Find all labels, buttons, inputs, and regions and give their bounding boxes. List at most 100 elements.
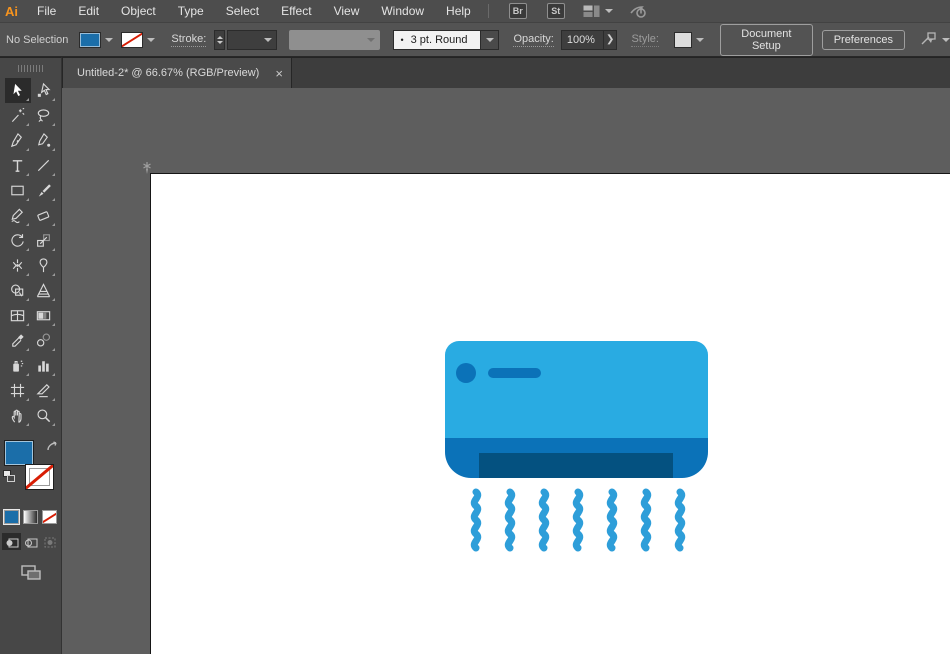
fill-color-control[interactable]: [79, 31, 114, 48]
document-tab[interactable]: Untitled-2* @ 66.67% (RGB/Preview) ×: [62, 58, 292, 88]
opacity-input[interactable]: 100%: [560, 29, 604, 50]
stroke-weight-stepper[interactable]: [214, 29, 226, 50]
ac-display-dash[interactable]: [488, 368, 541, 378]
ac-airflow-line[interactable]: [674, 488, 686, 552]
fill-color-swatch[interactable]: [79, 31, 102, 48]
opacity-label[interactable]: Opacity:: [513, 33, 554, 47]
type-tool[interactable]: [5, 153, 31, 178]
draw-behind-button[interactable]: [21, 533, 40, 550]
menu-effect[interactable]: Effect: [270, 0, 322, 22]
ac-indicator-light[interactable]: [456, 363, 476, 383]
shaper-tool[interactable]: [5, 203, 31, 228]
ac-airflow-line[interactable]: [504, 488, 516, 552]
ac-airflow-line[interactable]: [640, 488, 652, 552]
blend-tool[interactable]: [31, 328, 57, 353]
eraser-tool[interactable]: [31, 203, 57, 228]
lasso-tool[interactable]: [31, 103, 57, 128]
color-button[interactable]: [4, 510, 19, 524]
style-swatch[interactable]: [673, 31, 692, 48]
rotate-tool[interactable]: [5, 228, 31, 253]
pen-tool[interactable]: [5, 128, 31, 153]
style-control[interactable]: [667, 31, 704, 48]
column-graph-tool[interactable]: [31, 353, 57, 378]
hand-icon: [11, 409, 22, 423]
column-graph-icon: [38, 361, 49, 372]
style-chevron-icon[interactable]: [695, 37, 704, 42]
align-options-icon[interactable]: [921, 32, 950, 47]
ac-airflow-line[interactable]: [606, 488, 618, 552]
brush-definition-field[interactable]: • 3 pt. Round: [393, 29, 482, 50]
eyedropper-icon: [12, 334, 24, 347]
menu-edit[interactable]: Edit: [67, 0, 110, 22]
brush-definition-control[interactable]: • 3 pt. Round: [393, 29, 500, 50]
menu-type[interactable]: Type: [167, 0, 215, 22]
menu-help[interactable]: Help: [435, 0, 482, 22]
fill-color-box[interactable]: [3, 440, 34, 466]
stroke-color-control[interactable]: [121, 31, 156, 48]
none-button[interactable]: [42, 510, 57, 524]
menu-object[interactable]: Object: [110, 0, 167, 22]
style-label[interactable]: Style:: [631, 33, 659, 47]
gradient-button[interactable]: [23, 510, 38, 524]
slice-tool[interactable]: [31, 378, 57, 403]
menu-view[interactable]: View: [323, 0, 371, 22]
paintbrush-tool[interactable]: [31, 178, 57, 203]
sync-status-icon[interactable]: [629, 3, 647, 19]
shape-builder-tool[interactable]: [5, 278, 31, 303]
magic-wand-tool[interactable]: [5, 103, 31, 128]
brush-definition-chevron[interactable]: [481, 29, 500, 50]
tools-panel: [0, 57, 62, 654]
free-transform-tool[interactable]: [31, 253, 57, 278]
eyedropper-tool[interactable]: [5, 328, 31, 353]
illustrator-logo: Ai: [5, 3, 18, 19]
curvature-tool[interactable]: [31, 128, 57, 153]
eraser-icon: [37, 211, 50, 221]
draw-inside-button[interactable]: [40, 533, 59, 550]
menu-select[interactable]: Select: [215, 0, 270, 22]
line-segment-tool[interactable]: [31, 153, 57, 178]
stroke-weight-dropdown[interactable]: [227, 29, 278, 50]
selection-tool[interactable]: [4, 78, 31, 103]
stroke-color-swatch[interactable]: [121, 31, 144, 48]
document-setup-button[interactable]: Document Setup: [719, 23, 813, 56]
width-tool[interactable]: [5, 253, 31, 278]
swap-fill-stroke-icon[interactable]: [46, 440, 59, 458]
bridge-icon[interactable]: Br: [508, 3, 527, 19]
rectangle-tool[interactable]: [5, 178, 31, 203]
menu-file[interactable]: File: [26, 0, 67, 22]
opacity-expand-button[interactable]: ❯: [603, 29, 618, 50]
zoom-tool[interactable]: [31, 403, 57, 428]
ac-body[interactable]: [445, 341, 708, 438]
tab-close-icon[interactable]: ×: [275, 66, 283, 81]
pasteboard[interactable]: [62, 88, 950, 654]
artboard-tool[interactable]: [5, 378, 31, 403]
air-conditioner-artwork[interactable]: [151, 174, 950, 654]
symbol-sprayer-icon: [13, 360, 24, 372]
ac-airflow-line[interactable]: [538, 488, 550, 552]
brush-definition-value: 3 pt. Round: [410, 33, 468, 46]
direct-selection-tool[interactable]: [31, 78, 57, 103]
stroke-weight-label[interactable]: Stroke:: [171, 33, 207, 47]
screen-mode-icon[interactable]: [19, 563, 43, 587]
scale-tool[interactable]: [31, 228, 57, 253]
artboard[interactable]: [150, 173, 950, 654]
default-fill-stroke-icon[interactable]: [2, 470, 15, 482]
stroke-color-box[interactable]: [24, 464, 54, 490]
symbol-sprayer-tool[interactable]: [5, 353, 31, 378]
stroke-chevron-icon[interactable]: [147, 37, 156, 42]
workspace: Untitled-2* @ 66.67% (RGB/Preview) ×: [0, 57, 950, 654]
fill-chevron-icon[interactable]: [105, 37, 114, 42]
stock-icon[interactable]: St: [546, 3, 565, 19]
tools-panel-grip[interactable]: [17, 65, 44, 72]
hand-tool[interactable]: [5, 403, 31, 428]
mesh-tool[interactable]: [5, 303, 31, 328]
gradient-tool[interactable]: [31, 303, 57, 328]
preferences-button[interactable]: Preferences: [821, 29, 905, 50]
arrange-documents-icon[interactable]: [583, 5, 613, 18]
ac-airflow-line[interactable]: [572, 488, 584, 552]
ac-vent[interactable]: [479, 453, 673, 478]
draw-normal-button[interactable]: [2, 533, 21, 550]
perspective-grid-tool[interactable]: [31, 278, 57, 303]
menu-window[interactable]: Window: [370, 0, 435, 22]
ac-airflow-line[interactable]: [470, 488, 482, 552]
